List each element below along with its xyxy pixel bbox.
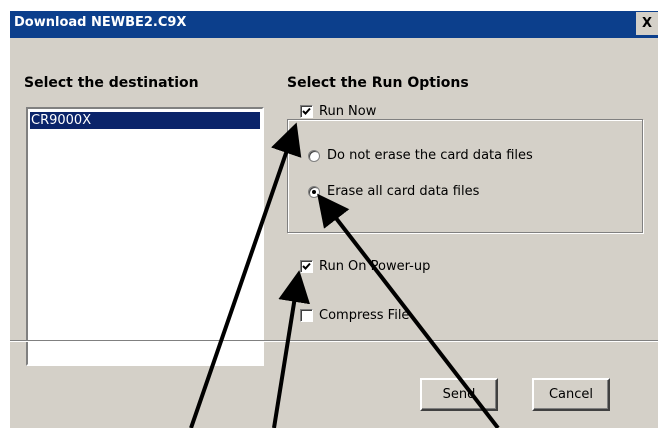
compress-file-label: Compress File <box>319 308 410 323</box>
compress-file-checkbox[interactable]: Compress File <box>300 308 409 323</box>
run-on-powerup-checkbox[interactable]: Run On Power-up <box>300 259 430 274</box>
radio-erase-all[interactable]: Erase all card data files <box>308 184 479 199</box>
radio-unselected-icon[interactable] <box>308 149 320 162</box>
checkbox-unchecked-icon[interactable] <box>300 309 313 322</box>
radio-do-not-erase-label: Do not erase the card data files <box>327 148 533 163</box>
cancel-button[interactable]: Cancel <box>532 378 610 411</box>
destination-list[interactable]: CR9000X <box>26 107 264 366</box>
close-icon: X <box>641 16 653 31</box>
run-now-group <box>287 119 643 233</box>
close-button[interactable]: X <box>636 12 658 35</box>
run-options-heading: Select the Run Options <box>287 75 469 91</box>
radio-erase-all-label: Erase all card data files <box>327 184 480 199</box>
download-dialog: Select the destination Select the Run Op… <box>10 38 658 428</box>
list-item-cr9000x[interactable]: CR9000X <box>30 112 260 129</box>
divider <box>10 340 658 342</box>
title-bar: Download NEWBE2.C9X X <box>10 11 658 38</box>
run-now-checkbox[interactable]: Run Now <box>298 104 381 119</box>
run-on-powerup-label: Run On Power-up <box>319 259 431 274</box>
radio-dot-icon <box>312 189 316 194</box>
send-button[interactable]: Send <box>420 378 498 411</box>
radio-do-not-erase[interactable]: Do not erase the card data files <box>308 148 533 163</box>
checkbox-checked-icon[interactable] <box>300 105 313 118</box>
checkbox-checked-icon[interactable] <box>300 260 313 273</box>
radio-selected-icon[interactable] <box>308 185 320 198</box>
run-now-label: Run Now <box>319 104 377 119</box>
window-title: Download NEWBE2.C9X <box>14 15 187 30</box>
destination-heading: Select the destination <box>24 75 199 91</box>
